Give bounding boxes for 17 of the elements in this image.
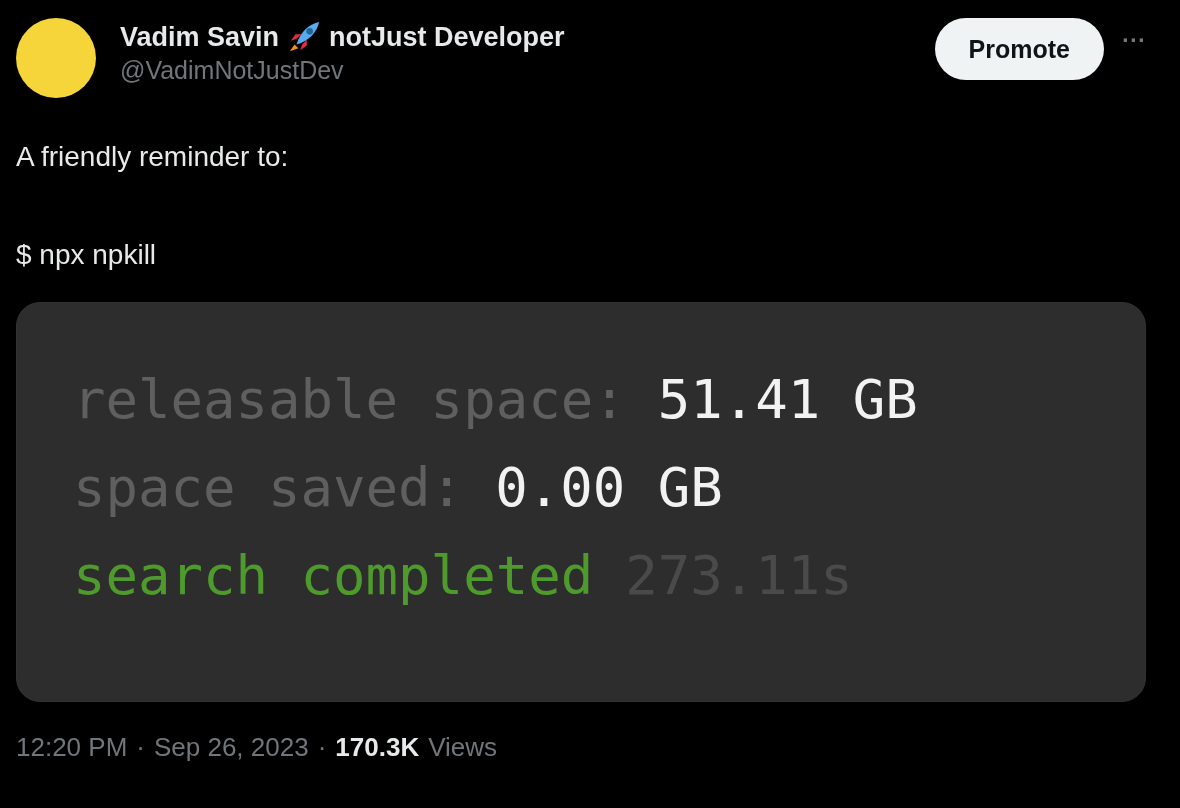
terminal-text: 0.00 GB: [495, 455, 723, 519]
author-handle[interactable]: @VadimNotJustDev: [120, 56, 935, 85]
promote-button[interactable]: Promote: [934, 18, 1104, 80]
more-button[interactable]: ···: [1122, 20, 1146, 60]
tweet-text: A friendly reminder to:: [16, 140, 290, 174]
terminal-text: 51.41 GB: [657, 367, 918, 431]
tweet-meta: Views: [428, 732, 498, 763]
author-name[interactable]: Vadim Savin: [120, 21, 280, 53]
tweet-text: $ npx npkill: [16, 238, 158, 272]
tweet-meta: ·: [317, 732, 327, 763]
terminal-text: search completed: [73, 543, 594, 607]
view-count: 170.3K: [335, 732, 420, 763]
rocket-icon: [287, 20, 322, 54]
tweet-meta: Sep 26, 2023: [153, 732, 309, 763]
tweet-meta: 12:20 PM: [16, 732, 128, 763]
tweet-meta: ·: [136, 732, 145, 763]
author-title[interactable]: notJust Developer: [329, 21, 565, 53]
